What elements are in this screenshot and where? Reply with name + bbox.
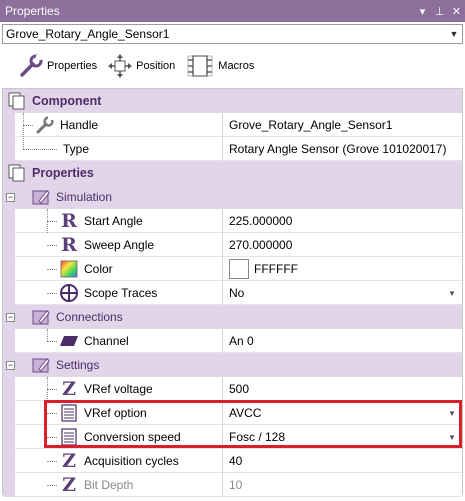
property-label-type: Type [63, 142, 90, 156]
group-connections[interactable]: − Connections [3, 305, 462, 329]
component-selector[interactable]: Grove_Rotary_Angle_Sensor1 ▼ [2, 24, 463, 44]
property-value-vref-voltage[interactable]: 500 [229, 382, 249, 396]
property-label-scope-traces: Scope Traces [84, 286, 158, 300]
folder-edit-icon [31, 307, 51, 327]
group-simulation[interactable]: − Simulation [3, 185, 462, 209]
group-simulation-label: Simulation [56, 190, 113, 204]
property-value-scope-traces[interactable]: No [229, 286, 244, 300]
dropdown-arrow-icon[interactable]: ▾ [414, 5, 431, 18]
property-row-type[interactable]: Type Rotary Angle Sensor (Grove 10102001… [3, 113, 462, 161]
list-icon [59, 427, 79, 447]
property-row-conversion-speed[interactable]: Conversion speed Fosc / 128 ▼ [3, 425, 462, 449]
position-tab-button[interactable]: Position [107, 53, 175, 79]
property-row-sweep-angle[interactable]: R Sweep Angle 270.000000 [3, 233, 462, 257]
channel-icon [59, 331, 79, 351]
category-component[interactable]: Component [3, 89, 462, 113]
pin-icon[interactable]: ⊥ [431, 5, 448, 18]
chevron-down-icon[interactable]: ▼ [444, 284, 460, 302]
property-row-channel[interactable]: Channel An 0 [3, 329, 462, 353]
category-properties-label: Properties [32, 166, 94, 180]
property-row-start-angle[interactable]: R Start Angle 225.000000 [3, 209, 462, 305]
folder-edit-icon [31, 187, 51, 207]
category-component-label: Component [32, 94, 102, 108]
collapse-icon[interactable]: − [6, 193, 15, 202]
property-value-start-angle[interactable]: 225.000000 [229, 214, 292, 228]
property-value-color[interactable]: FFFFFF [254, 262, 298, 276]
component-selector-value: Grove_Rotary_Angle_Sensor1 [6, 27, 170, 41]
collapse-icon[interactable]: − [6, 313, 15, 322]
integer-type-icon: Z [62, 450, 76, 472]
property-label-acquisition-cycles: Acquisition cycles [84, 454, 179, 468]
property-value-vref-option[interactable]: AVCC [229, 406, 261, 420]
property-row-vref-voltage[interactable]: Z VRef voltage 500 [3, 377, 462, 485]
property-row-bit-depth: Z Bit Depth 10 [3, 473, 462, 497]
real-type-icon: R [61, 210, 77, 232]
folder-edit-icon [31, 355, 51, 375]
color-swatch[interactable] [229, 259, 249, 279]
collapse-icon[interactable]: − [6, 361, 15, 370]
chevron-down-icon[interactable]: ▼ [446, 25, 462, 43]
position-tab-label: Position [136, 60, 176, 72]
property-label-sweep-angle: Sweep Angle [84, 238, 155, 252]
property-label-color: Color [84, 262, 113, 276]
category-properties[interactable]: Properties [3, 161, 462, 185]
color-palette-icon [59, 259, 79, 279]
property-label-vref-voltage: VRef voltage [84, 382, 153, 396]
property-value-sweep-angle[interactable]: 270.000000 [229, 238, 292, 252]
real-type-icon: R [61, 234, 77, 256]
wrench-icon [20, 54, 43, 77]
property-value-type[interactable]: Rotary Angle Sensor (Grove 101020017) [229, 142, 446, 156]
window-title-bar: Properties ▾ ⊥ ✕ [0, 0, 465, 22]
crosshair-icon [59, 283, 79, 303]
integer-type-icon: Z [62, 474, 76, 496]
properties-tab-label: Properties [47, 60, 98, 72]
property-label-start-angle: Start Angle [84, 214, 143, 228]
chevron-down-icon[interactable]: ▼ [444, 428, 460, 446]
integer-type-icon: Z [62, 378, 76, 400]
property-label-vref-option: VRef option [84, 406, 147, 420]
close-icon[interactable]: ✕ [448, 5, 465, 18]
property-label-bit-depth: Bit Depth [84, 478, 134, 492]
property-row-scope-traces[interactable]: Scope Traces No ▼ [3, 281, 462, 305]
property-value-acquisition-cycles[interactable]: 40 [229, 454, 242, 468]
property-row-vref-option[interactable]: VRef option AVCC ▼ [3, 401, 462, 425]
property-grid: Component Handle Grove_Rotary_Angle_Sens… [2, 88, 463, 497]
group-settings[interactable]: − Settings [3, 353, 462, 377]
group-settings-label: Settings [56, 358, 100, 372]
copy-pages-icon [7, 163, 27, 183]
property-value-bit-depth: 10 [229, 478, 243, 492]
properties-toolbar: Properties Position Macros [0, 48, 465, 84]
property-row-color[interactable]: Color FFFFFF [3, 257, 462, 281]
property-label-conversion-speed: Conversion speed [84, 430, 181, 444]
property-value-channel[interactable]: An 0 [229, 334, 254, 348]
window-title: Properties [5, 4, 60, 18]
chip-icon [187, 55, 213, 77]
move-arrows-icon [108, 54, 133, 78]
list-icon [59, 403, 79, 423]
wrench-icon [35, 115, 55, 135]
copy-pages-icon [7, 91, 27, 111]
property-label-channel: Channel [84, 334, 129, 348]
macros-tab-button[interactable]: Macros [185, 53, 254, 79]
property-value-conversion-speed[interactable]: Fosc / 128 [229, 430, 285, 444]
properties-tab-button[interactable]: Properties [18, 53, 97, 79]
property-value-handle[interactable]: Grove_Rotary_Angle_Sensor1 [229, 118, 392, 132]
group-connections-label: Connections [56, 310, 123, 324]
property-row-acquisition-cycles[interactable]: Z Acquisition cycles 40 [3, 449, 462, 473]
property-label-handle: Handle [60, 118, 99, 132]
chevron-down-icon[interactable]: ▼ [444, 404, 460, 422]
macros-tab-label: Macros [218, 60, 255, 72]
property-row-handle[interactable]: Handle Grove_Rotary_Angle_Sensor1 [3, 113, 462, 161]
